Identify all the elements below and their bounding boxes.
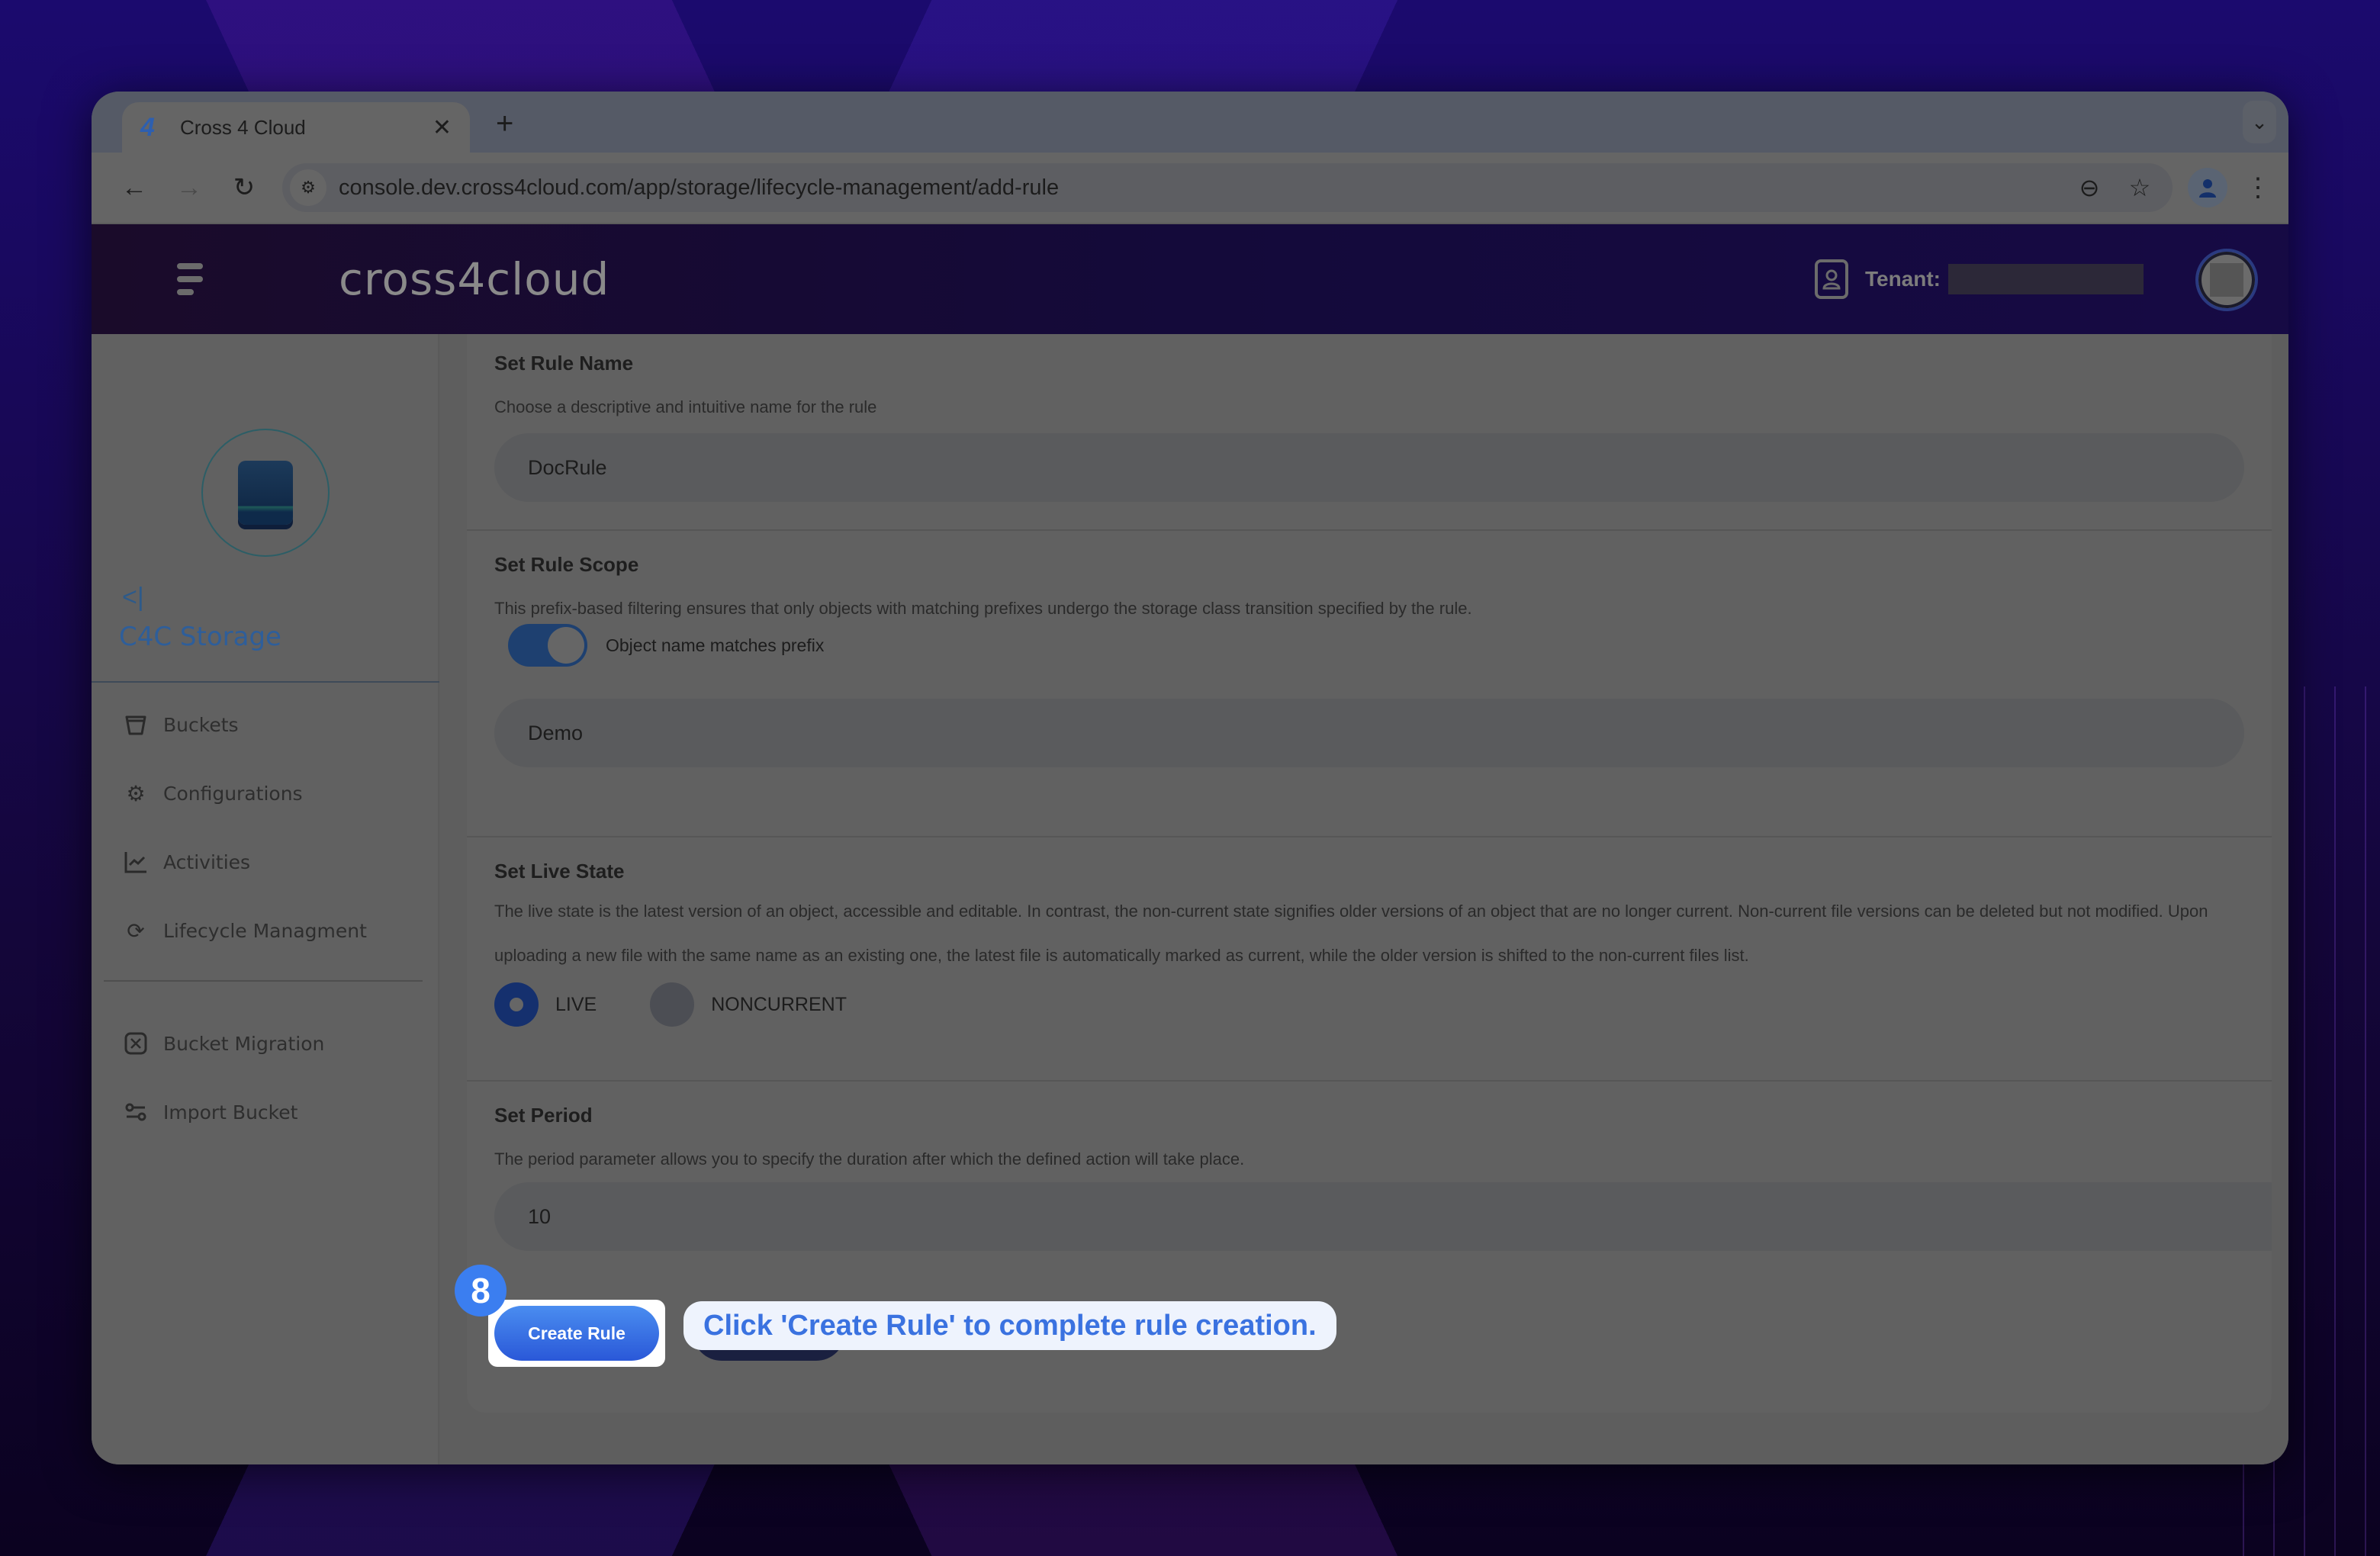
sidebar-item-label: Bucket Migration bbox=[163, 1032, 325, 1055]
back-arrow-icon[interactable]: ← bbox=[107, 173, 162, 203]
sidebar: <| C4C Storage Buckets ⚙ Configurations bbox=[92, 334, 439, 1464]
section-title: Set Live State bbox=[494, 860, 625, 882]
prefix-match-toggle[interactable] bbox=[508, 624, 587, 667]
browser-window: 4 Cross 4 Cloud ✕ + ⌄ ← → ↻ ⚙ console.de… bbox=[92, 92, 2288, 1464]
new-tab-icon[interactable]: + bbox=[496, 107, 513, 141]
sidebar-item-lifecycle-managment[interactable]: ⟳ Lifecycle Managment bbox=[92, 896, 438, 965]
radio-live[interactable] bbox=[494, 982, 539, 1027]
section-description: Choose a descriptive and intuitive name … bbox=[494, 397, 877, 416]
section-title: Set Period bbox=[494, 1104, 593, 1127]
sidebar-item-label: Activities bbox=[163, 850, 251, 873]
radio-label: LIVE bbox=[555, 993, 597, 1015]
section-description: The period parameter allows you to speci… bbox=[494, 1149, 1245, 1169]
sliders-icon bbox=[122, 1098, 150, 1126]
section-title: Set Rule Name bbox=[494, 352, 634, 375]
sidebar-item-label: Buckets bbox=[163, 713, 239, 736]
add-rule-form: Set Rule Name Choose a descriptive and i… bbox=[467, 334, 2272, 1413]
section-description: This prefix-based filtering ensures that… bbox=[494, 599, 1472, 618]
forward-arrow-icon[interactable]: → bbox=[162, 173, 217, 203]
tutorial-tooltip: Click 'Create Rule' to complete rule cre… bbox=[683, 1301, 1336, 1350]
person-icon bbox=[2199, 179, 2216, 198]
radio-dot bbox=[510, 998, 523, 1011]
brand-logo[interactable]: cross4cloud bbox=[339, 253, 609, 305]
address-bar[interactable]: ⚙ console.dev.cross4cloud.com/app/storag… bbox=[282, 163, 2173, 212]
sidebar-item-label: Import Bucket bbox=[163, 1101, 298, 1124]
app-body: <| C4C Storage Buckets ⚙ Configurations bbox=[92, 334, 2288, 1464]
sidebar-item-activities[interactable]: Activities bbox=[92, 828, 438, 896]
tab-bar: 4 Cross 4 Cloud ✕ + ⌄ bbox=[92, 92, 2288, 153]
tenant-value-redacted bbox=[1948, 264, 2144, 294]
radio-label: NONCURRENT bbox=[711, 993, 847, 1015]
reload-icon[interactable]: ↻ bbox=[217, 172, 272, 203]
rule-scope-section: Set Rule Scope This prefix-based filteri… bbox=[467, 531, 2272, 837]
radio-noncurrent[interactable] bbox=[650, 982, 695, 1027]
rule-name-input[interactable]: DocRule bbox=[494, 433, 2244, 502]
toggle-knob bbox=[548, 627, 584, 664]
tab-title: Cross 4 Cloud bbox=[180, 115, 306, 139]
tenant-selector[interactable]: Tenant: bbox=[1814, 259, 2144, 299]
live-state-radio-group: LIVE NONCURRENT bbox=[494, 978, 2244, 1031]
bucket-icon bbox=[122, 711, 150, 738]
profile-icon[interactable] bbox=[2188, 168, 2227, 207]
hamburger-menu-icon[interactable] bbox=[177, 263, 207, 295]
sidebar-item-configurations[interactable]: ⚙ Configurations bbox=[92, 759, 438, 828]
sidebar-item-import-bucket[interactable]: Import Bucket bbox=[92, 1078, 438, 1146]
zoom-out-icon[interactable]: ⊖ bbox=[2064, 173, 2115, 202]
period-input[interactable]: 10 bbox=[494, 1182, 2272, 1251]
chevron-down-icon: ⌄ bbox=[2251, 110, 2268, 133]
sidebar-item-label: Configurations bbox=[163, 782, 303, 805]
sidebar-item-buckets[interactable]: Buckets bbox=[92, 690, 438, 759]
tenant-label: Tenant: bbox=[1864, 267, 1941, 291]
bookmark-star-icon[interactable]: ☆ bbox=[2115, 173, 2165, 202]
divider bbox=[104, 980, 423, 982]
chart-line-icon bbox=[122, 848, 150, 876]
live-state-section: Set Live State The live state is the lat… bbox=[467, 837, 2272, 1082]
collapse-sidebar-icon[interactable]: <| bbox=[122, 583, 144, 612]
url-text[interactable]: console.dev.cross4cloud.com/app/storage/… bbox=[339, 175, 2064, 201]
app-header: cross4cloud Tenant: bbox=[92, 224, 2288, 334]
module-title: C4C Storage bbox=[119, 622, 281, 652]
sidebar-item-bucket-migration[interactable]: Bucket Migration bbox=[92, 1009, 438, 1078]
user-avatar[interactable] bbox=[2195, 249, 2258, 311]
cross4cloud-favicon-icon: 4 bbox=[140, 112, 155, 142]
toggle-label: Object name matches prefix bbox=[606, 635, 825, 655]
tab-search-dropdown[interactable]: ⌄ bbox=[2243, 101, 2276, 143]
period-section: Set Period The period parameter allows y… bbox=[467, 1082, 2272, 1280]
refresh-icon: ⟳ bbox=[127, 918, 145, 943]
prefix-input[interactable]: Demo bbox=[494, 699, 2244, 767]
section-description: The live state is the latest version of … bbox=[494, 902, 2208, 965]
avatar-image bbox=[2210, 263, 2243, 297]
create-rule-button[interactable]: Create Rule bbox=[494, 1306, 659, 1361]
browser-toolbar: ← → ↻ ⚙ console.dev.cross4cloud.com/app/… bbox=[92, 153, 2288, 224]
sidebar-item-label: Lifecycle Managment bbox=[163, 919, 367, 942]
section-title: Set Rule Scope bbox=[494, 553, 639, 576]
migration-icon bbox=[122, 1030, 150, 1057]
tenant-user-icon bbox=[1814, 259, 1848, 299]
browser-menu-icon[interactable]: ⋮ bbox=[2243, 172, 2273, 203]
prefix-toggle-row: Object name matches prefix bbox=[494, 622, 2244, 668]
storage-module-logo bbox=[201, 429, 330, 557]
gear-icon: ⚙ bbox=[126, 781, 146, 805]
sidebar-nav: Buckets ⚙ Configurations Activities ⟳ Li… bbox=[92, 683, 438, 1146]
close-tab-icon[interactable]: ✕ bbox=[433, 114, 452, 141]
rule-name-section: Set Rule Name Choose a descriptive and i… bbox=[467, 334, 2272, 531]
storage-cube-icon bbox=[238, 461, 293, 525]
browser-tab[interactable]: 4 Cross 4 Cloud ✕ bbox=[122, 102, 470, 153]
main-content: Set Rule Name Choose a descriptive and i… bbox=[439, 334, 2288, 1464]
tutorial-step-badge: 8 bbox=[455, 1265, 507, 1316]
site-settings-icon[interactable]: ⚙ bbox=[290, 169, 326, 206]
